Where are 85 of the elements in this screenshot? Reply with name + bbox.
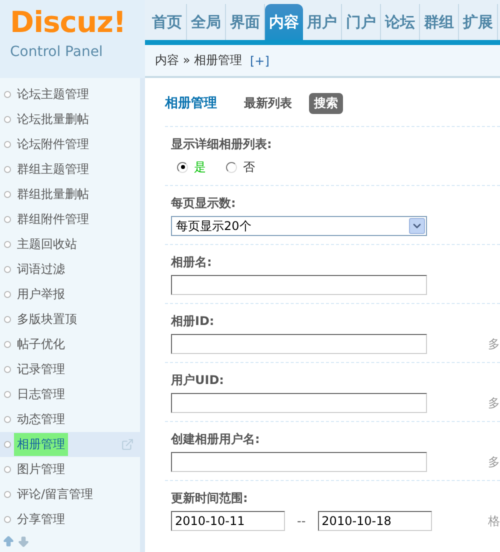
text-field[interactable] — [171, 275, 427, 295]
range-separator: -- — [297, 514, 306, 528]
bullet-icon — [4, 316, 11, 323]
field-label: 创建相册用户名: — [171, 431, 260, 448]
sidebar-label: 动态管理 — [16, 411, 66, 428]
sidebar-item[interactable]: 评论/留言管理 — [0, 482, 140, 507]
date-field[interactable]: 2010-10-11 — [171, 511, 285, 531]
field-label: 相册名: — [171, 254, 212, 271]
bullet-icon — [4, 516, 11, 523]
bullet-icon — [4, 266, 11, 273]
sidebar-label: 记录管理 — [16, 361, 66, 378]
logo-subtitle: Control Panel — [10, 44, 104, 60]
field-label: 显示详细相册列表: — [171, 136, 272, 153]
sidebar-item[interactable]: 图片管理 — [0, 457, 140, 482]
sidebar-label: 相册管理 — [14, 433, 68, 456]
bullet-icon — [4, 116, 11, 123]
sidebar-item[interactable]: 论坛批量删帖 — [0, 107, 140, 132]
page-tab[interactable]: 最新列表 — [239, 92, 297, 114]
text-field[interactable] — [171, 393, 427, 413]
radio-label: 否 — [243, 158, 255, 176]
bullet-icon — [4, 166, 11, 173]
logo-text: Discuz! — [10, 6, 127, 38]
sidebar-item[interactable]: 多版块置顶 — [0, 307, 140, 332]
sidebar-label: 分享管理 — [16, 511, 66, 528]
text-field[interactable] — [171, 452, 427, 472]
sidebar-item[interactable]: 日志管理 — [0, 382, 140, 407]
sidebar-item[interactable]: 用户举报 — [0, 282, 140, 307]
sidebar-item[interactable]: 记录管理 — [0, 357, 140, 382]
sidebar-label: 群组附件管理 — [16, 211, 90, 228]
bullet-icon — [4, 341, 11, 348]
hint-text: 多 — [488, 336, 500, 352]
sidebar-item[interactable]: 论坛主题管理 — [0, 82, 140, 107]
sidebar-label: 多版块置顶 — [16, 311, 78, 328]
sidebar-item[interactable]: 主题回收站 — [0, 232, 140, 257]
radio-button[interactable] — [226, 162, 237, 172]
sidebar-item[interactable]: 群组主题管理 — [0, 157, 140, 182]
breadcrumb: 内容 » 相册管理 — [155, 52, 242, 69]
sidebar-label: 群组主题管理 — [16, 161, 90, 178]
bullet-icon — [4, 391, 11, 398]
radio-label: 是 — [194, 158, 206, 176]
field-label: 更新时间范围: — [171, 490, 248, 507]
sidebar-label: 论坛主题管理 — [16, 86, 90, 103]
sidebar-label: 日志管理 — [16, 386, 66, 403]
sidebar-label: 群组批量删帖 — [16, 186, 90, 203]
sidebar-item[interactable]: 群组附件管理 — [0, 207, 140, 232]
radio-button[interactable] — [177, 162, 188, 172]
sidebar-label: 帖子优化 — [16, 336, 66, 353]
sidebar-label: 图片管理 — [16, 461, 66, 478]
bullet-icon — [4, 291, 11, 298]
bullet-icon — [4, 191, 11, 198]
add-link[interactable]: [+] — [250, 54, 270, 68]
sidebar-item[interactable]: 帖子优化 — [0, 332, 140, 357]
page-title: 相册管理 — [165, 95, 217, 112]
sidebar-item[interactable]: 词语过滤 — [0, 257, 140, 282]
field-label: 用户UID: — [171, 372, 224, 389]
sidebar-label: 词语过滤 — [16, 261, 66, 278]
sidebar-item[interactable]: 相册管理 — [0, 432, 140, 457]
hint-text: 多 — [488, 454, 500, 470]
bullet-icon — [4, 441, 11, 448]
sidebar-item[interactable]: 分享管理 — [0, 507, 140, 532]
nav-tab[interactable]: 内容 — [265, 4, 303, 40]
sidebar-label: 评论/留言管理 — [16, 486, 94, 503]
sidebar-item[interactable]: 动态管理 — [0, 407, 140, 432]
field-label: 每页显示数: — [171, 195, 236, 212]
sidebar-item[interactable]: 论坛附件管理 — [0, 132, 140, 157]
bullet-icon — [4, 216, 11, 223]
sidebar-label: 用户举报 — [16, 286, 66, 303]
date-field[interactable]: 2010-10-18 — [318, 511, 432, 531]
page-size-select[interactable]: 每页显示20个 — [171, 216, 427, 236]
sidebar-label: 论坛批量删帖 — [16, 111, 90, 128]
bullet-icon — [4, 491, 11, 498]
text-field[interactable] — [171, 334, 427, 354]
hint-text: 多 — [488, 394, 500, 412]
hint-text: 格 — [488, 512, 500, 530]
sidebar-item[interactable]: 群组批量删帖 — [0, 182, 140, 207]
field-label: 相册ID: — [171, 313, 214, 330]
page-tab[interactable]: 搜索 — [309, 92, 343, 114]
bullet-icon — [4, 241, 11, 248]
sidebar-label: 论坛附件管理 — [16, 136, 90, 153]
sidebar-label: 主题回收站 — [16, 236, 78, 253]
bullet-icon — [4, 366, 11, 373]
bullet-icon — [4, 91, 11, 98]
bullet-icon — [4, 141, 11, 148]
bullet-icon — [4, 466, 11, 473]
bullet-icon — [4, 416, 11, 423]
